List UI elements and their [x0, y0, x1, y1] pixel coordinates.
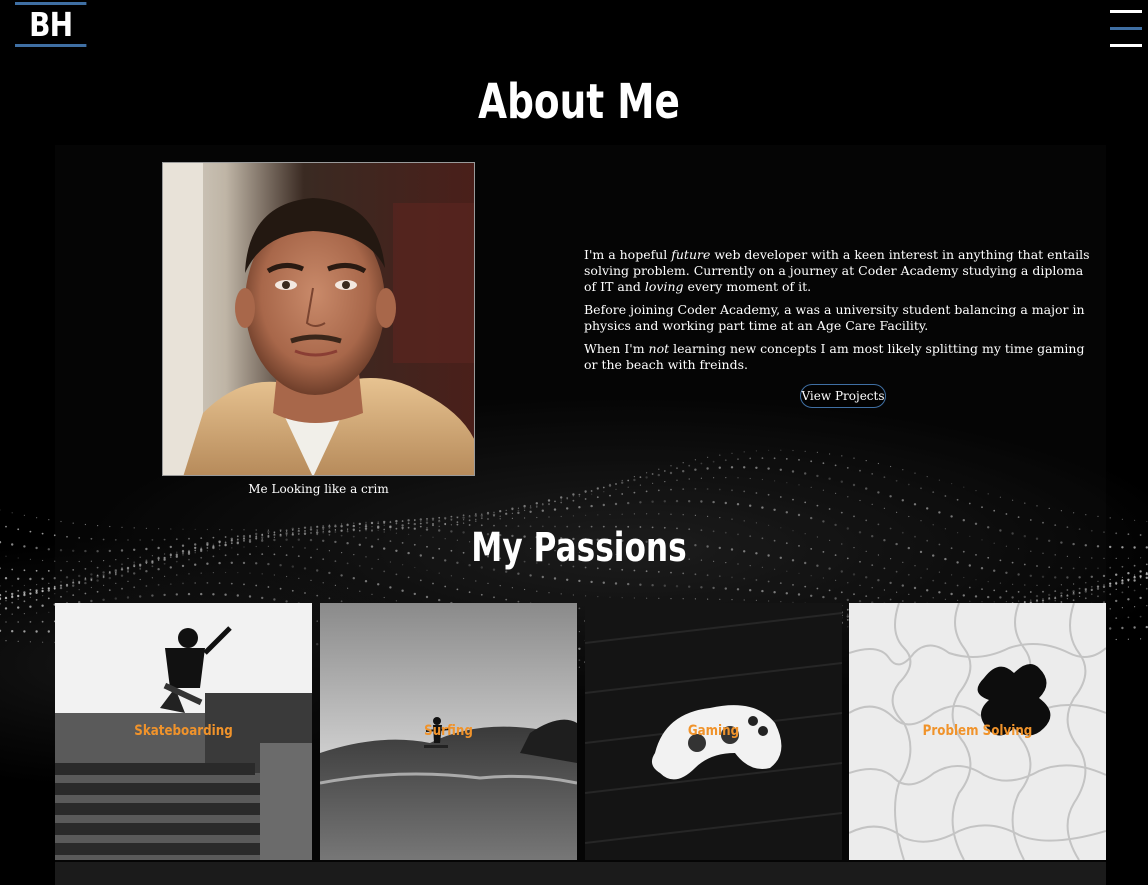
passion-card-problem-solving[interactable]: Problem Solving — [849, 603, 1106, 860]
passion-label-skateboarding: Skateboarding — [134, 723, 233, 739]
about-title: About Me — [478, 74, 680, 130]
portrait-caption: Me Looking like a crim — [248, 482, 389, 496]
view-projects-button[interactable]: View Projects — [800, 384, 886, 408]
portrait-image — [162, 162, 475, 476]
passions-title: My Passions — [471, 525, 687, 571]
menu-line-bottom — [1110, 44, 1142, 47]
logo-text: BH — [29, 5, 73, 44]
bio-paragraph-1: I'm a hopeful future web developer with … — [584, 247, 1090, 294]
menu-line-top — [1110, 10, 1142, 13]
bio-text: I'm a hopeful future web developer with … — [584, 247, 1094, 380]
bio-paragraph-3: When I'm not learning new concepts I am … — [584, 341, 1085, 372]
logo[interactable]: BH — [15, 2, 87, 47]
passion-label-gaming: Gaming — [687, 723, 740, 739]
hamburger-menu-icon[interactable] — [1110, 10, 1142, 48]
passion-card-gaming[interactable]: Gaming — [585, 603, 842, 860]
passion-card-surfing[interactable]: Surfing — [320, 603, 577, 860]
page: BH About Me Me Looking like a crim I'm a… — [0, 0, 1148, 885]
passion-card-skateboarding[interactable]: Skateboarding — [55, 603, 312, 860]
passion-label-surfing: Surfing — [424, 723, 473, 739]
passion-label-problem-solving: Problem Solving — [922, 723, 1033, 739]
menu-line-middle — [1110, 27, 1142, 30]
bio-paragraph-2: Before joining Coder Academy, a was a un… — [584, 302, 1085, 333]
bottom-strip — [55, 862, 1106, 885]
